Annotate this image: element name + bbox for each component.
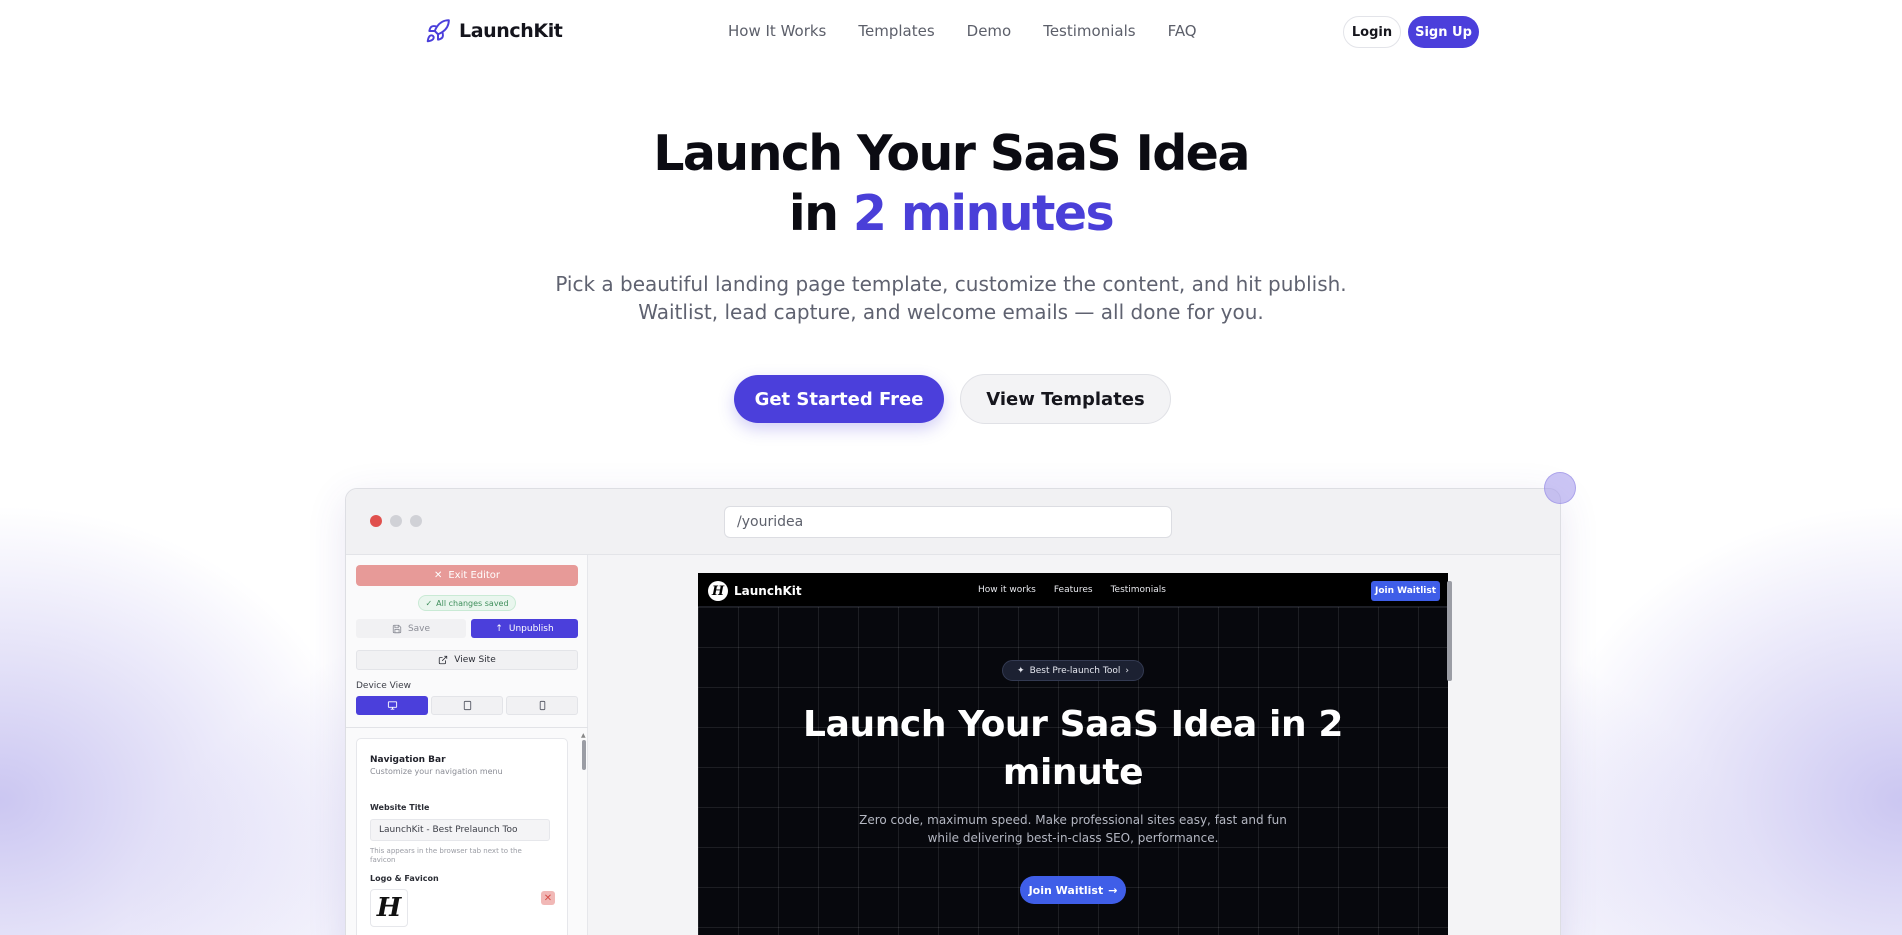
preview-headline-line1: Launch Your SaaS Idea in 2	[803, 704, 1343, 745]
nav-link-templates[interactable]: Templates	[858, 22, 934, 40]
brand-name: LaunchKit	[459, 20, 563, 42]
phone-icon	[539, 700, 545, 711]
save-button[interactable]: Save	[356, 619, 466, 638]
device-tablet-button[interactable]	[431, 696, 503, 715]
floppy-disk-icon	[392, 624, 402, 633]
browser-toolbar: /youridea	[346, 489, 1560, 555]
hero-subtitle: Pick a beautiful landing page template, …	[0, 270, 1902, 326]
chevron-right-icon: ›	[1125, 665, 1129, 676]
browser-mockup: /youridea ✕ Exit Editor ✓ All changes sa…	[345, 488, 1561, 935]
exit-editor-button[interactable]: ✕ Exit Editor	[356, 565, 578, 586]
logo-favicon-label: Logo & Favicon	[370, 874, 439, 883]
logo-preview[interactable]: H	[370, 889, 408, 927]
save-label: Save	[407, 623, 431, 634]
scroll-up-icon[interactable]: ▲	[581, 732, 586, 739]
login-button[interactable]: Login	[1343, 16, 1401, 48]
preview-nav-links: How it works Features Testimonials	[978, 585, 1166, 595]
editor-sidebar: ✕ Exit Editor ✓ All changes saved Save ↑…	[346, 555, 588, 935]
sparkles-icon: ✦	[1017, 665, 1025, 676]
panel-title: Navigation Bar	[370, 755, 446, 765]
close-dot-icon	[370, 515, 382, 527]
preview-join-waitlist-label: Join Waitlist	[1028, 883, 1104, 897]
arrow-up-icon: ↑	[495, 623, 503, 634]
arrow-right-icon: →	[1108, 883, 1118, 897]
site-preview: H LaunchKit How it works Features Testim…	[698, 573, 1448, 935]
hero-title-accent: 2 minutes	[852, 185, 1115, 242]
nav-link-testimonials[interactable]: Testimonials	[1043, 22, 1135, 40]
preview-description-line2: while delivering best-in-class SEO, perf…	[927, 831, 1219, 845]
rocket-icon	[426, 19, 450, 43]
hero-subtitle-line2: Waitlist, lead capture, and welcome emai…	[638, 300, 1264, 324]
view-site-button[interactable]: View Site	[356, 650, 578, 670]
preview-link-features[interactable]: Features	[1054, 585, 1093, 595]
nav-links: How It Works Templates Demo Testimonials…	[728, 22, 1197, 40]
saved-status-label: All changes saved	[436, 598, 509, 608]
view-templates-button[interactable]: View Templates	[960, 374, 1171, 424]
preview-badge[interactable]: ✦ Best Pre-launch Tool ›	[1002, 660, 1144, 681]
unpublish-button[interactable]: ↑ Unpublish	[471, 619, 578, 638]
hero-title-line1: Launch Your SaaS Idea	[653, 125, 1250, 182]
preview-link-how-it-works[interactable]: How it works	[978, 585, 1036, 595]
brand-logo[interactable]: LaunchKit	[425, 18, 563, 44]
sidebar-divider	[346, 727, 588, 728]
hero-title-line2-prefix: in	[788, 185, 853, 242]
preview-logo[interactable]: H LaunchKit	[708, 581, 802, 601]
get-started-button[interactable]: Get Started Free	[734, 375, 944, 423]
device-desktop-button[interactable]	[356, 696, 428, 715]
close-icon: ✕	[543, 892, 553, 904]
check-icon: ✓	[425, 598, 433, 608]
hero-title: Launch Your SaaS Idea in 2 minutes	[0, 124, 1902, 244]
saved-status-badge: ✓ All changes saved	[418, 595, 516, 611]
nav-link-faq[interactable]: FAQ	[1168, 22, 1197, 40]
maximize-dot-icon	[410, 515, 422, 527]
minimize-dot-icon	[390, 515, 402, 527]
preview-join-waitlist-nav-button[interactable]: Join Waitlist	[1371, 581, 1440, 601]
preview-headline-line2: minute	[1002, 752, 1144, 793]
preview-description: Zero code, maximum speed. Make professio…	[698, 811, 1448, 847]
preview-scrollbar[interactable]	[1447, 581, 1452, 681]
preview-navbar: H LaunchKit How it works Features Testim…	[698, 573, 1448, 607]
hero-subtitle-line1: Pick a beautiful landing page template, …	[555, 272, 1347, 296]
website-title-label: Website Title	[370, 803, 430, 812]
unpublish-label: Unpublish	[508, 623, 554, 634]
top-navbar: LaunchKit How It Works Templates Demo Te…	[0, 0, 1902, 64]
preview-logo-mark: H	[708, 581, 728, 601]
signup-button[interactable]: Sign Up	[1408, 16, 1479, 48]
tablet-icon	[463, 700, 471, 711]
preview-join-waitlist-button[interactable]: Join Waitlist →	[1020, 876, 1126, 904]
decorative-bubble	[1544, 472, 1576, 504]
website-title-input[interactable]: LaunchKit - Best Prelaunch Too	[370, 819, 550, 841]
external-link-icon	[439, 655, 448, 665]
preview-logo-text: LaunchKit	[734, 584, 802, 598]
exit-editor-label: Exit Editor	[448, 570, 501, 581]
view-site-label: View Site	[454, 655, 496, 665]
device-mobile-button[interactable]	[506, 696, 578, 715]
url-bar[interactable]: /youridea	[724, 506, 1172, 538]
nav-link-demo[interactable]: Demo	[967, 22, 1012, 40]
panel-subtitle: Customize your navigation menu	[370, 767, 503, 776]
device-view-label: Device View	[356, 681, 411, 691]
monitor-icon	[387, 701, 397, 710]
preview-link-testimonials[interactable]: Testimonials	[1111, 585, 1166, 595]
remove-logo-button[interactable]: ✕	[541, 891, 555, 905]
website-title-help: This appears in the browser tab next to …	[370, 847, 522, 864]
sidebar-scrollbar[interactable]	[582, 740, 586, 770]
navigation-bar-panel: Navigation Bar Customize your navigation…	[356, 738, 568, 935]
preview-description-line1: Zero code, maximum speed. Make professio…	[859, 813, 1287, 827]
preview-badge-label: Best Pre-launch Tool	[1029, 665, 1121, 676]
preview-headline: Launch Your SaaS Idea in 2 minute	[698, 701, 1448, 797]
close-icon: ✕	[433, 570, 443, 581]
nav-link-how-it-works[interactable]: How It Works	[728, 22, 826, 40]
